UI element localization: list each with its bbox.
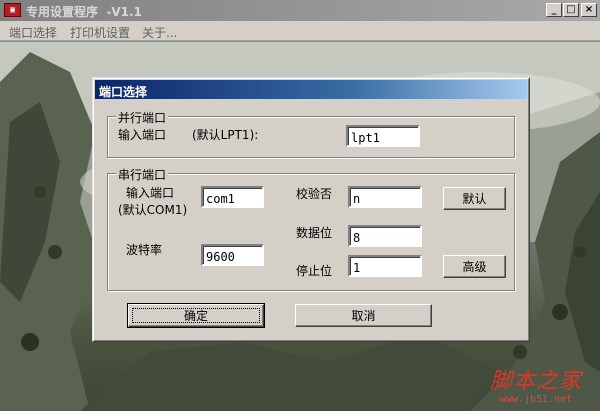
- window-title: 专用设置程序 -V1.1: [26, 5, 142, 19]
- close-icon[interactable]: ×: [581, 3, 597, 17]
- app-icon[interactable]: ▣: [4, 3, 21, 17]
- dialog-title[interactable]: 端口选择: [95, 80, 527, 99]
- maximize-icon[interactable]: □: [563, 3, 579, 17]
- advanced-button[interactable]: 高级: [443, 255, 506, 278]
- data-bits-label: 数据位: [296, 226, 333, 240]
- serial-port-group-label: 串行端口: [116, 166, 169, 183]
- parity-label: 校验否: [296, 187, 333, 201]
- watermark: 脚本之家 www.jb51.net: [489, 369, 582, 406]
- data-bits-input[interactable]: [348, 225, 422, 247]
- cancel-button[interactable]: 取消: [295, 304, 432, 327]
- parallel-port-group-label: 并行端口: [116, 109, 169, 126]
- parallel-port-input[interactable]: [346, 125, 420, 147]
- stop-bits-input[interactable]: [348, 255, 422, 277]
- main-window: ▣ 专用设置程序 -V1.1 _ □ × 端口选择 打印机设置 关于... 脚本…: [0, 0, 600, 411]
- baud-rate-label: 波特率: [126, 243, 163, 257]
- ok-button-label: 确定: [132, 308, 260, 323]
- title-bar[interactable]: ▣ 专用设置程序 -V1.1 _ □ ×: [0, 0, 600, 21]
- serial-port-input[interactable]: [201, 186, 264, 208]
- port-select-dialog: 端口选择 并行端口 输入端口 (默认LPT1): 串行端口 输入端口 (默认CO…: [92, 77, 530, 342]
- watermark-url: www.jb51.net: [499, 394, 573, 405]
- ok-button[interactable]: 确定: [127, 303, 265, 328]
- watermark-title: 脚本之家: [489, 369, 582, 394]
- parallel-input-label: 输入端口: [118, 128, 167, 142]
- menu-port-select[interactable]: 端口选择: [9, 24, 57, 41]
- parity-input[interactable]: [348, 186, 422, 208]
- minimize-icon[interactable]: _: [546, 3, 562, 17]
- stop-bits-label: 停止位: [296, 264, 333, 278]
- parallel-port-group: 并行端口 输入端口 (默认LPT1):: [107, 109, 515, 158]
- serial-input-label: 输入端口: [126, 186, 175, 200]
- parallel-default-hint: (默认LPT1):: [192, 128, 259, 142]
- menu-about[interactable]: 关于...: [142, 24, 177, 41]
- default-button[interactable]: 默认: [443, 187, 506, 210]
- serial-port-group: 串行端口 输入端口 (默认COM1) 波特率 校验否 数据位 停止位 默认 高级: [107, 166, 515, 291]
- serial-input-hint: (默认COM1): [118, 203, 188, 217]
- menu-bar: 端口选择 打印机设置 关于...: [0, 21, 600, 41]
- menu-printer-settings[interactable]: 打印机设置: [70, 24, 130, 41]
- baud-rate-input[interactable]: [201, 244, 264, 266]
